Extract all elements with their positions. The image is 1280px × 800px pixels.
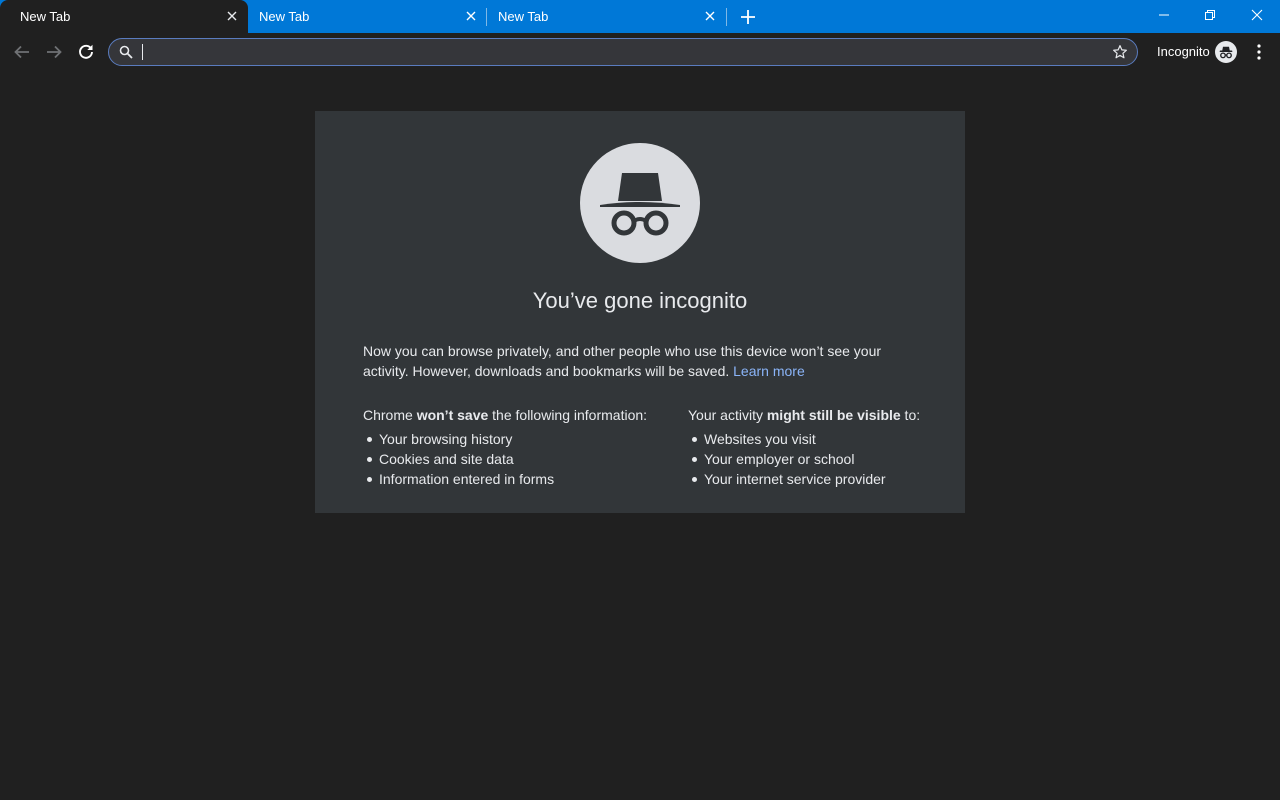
tab-new-tab-3[interactable]: New Tab [487, 0, 725, 33]
arrow-back-icon [14, 45, 29, 59]
still-visible-list: Websites you visit Your employer or scho… [688, 429, 948, 489]
title-part: Your activity [688, 407, 767, 423]
toolbar: Incognito [0, 33, 1280, 71]
tab-title: New Tab [498, 9, 549, 24]
page-title: You’ve gone incognito [532, 288, 748, 313]
list-item: Your browsing history [367, 429, 683, 449]
arrow-forward-icon [47, 45, 62, 59]
still-visible-title: Your activity might still be visible to: [688, 405, 948, 425]
incognito-icon [1219, 46, 1233, 59]
tab-strip: New Tab New Tab New Tab [0, 0, 1280, 33]
tab-title: New Tab [259, 9, 310, 24]
forward-button[interactable] [42, 40, 66, 64]
restore-button[interactable] [1187, 0, 1233, 30]
close-icon[interactable] [702, 8, 718, 24]
restore-icon [1205, 10, 1215, 20]
intro-text: Now you can browse privately, and other … [363, 341, 923, 381]
wont-save-column: Chrome won’t save the following informat… [363, 405, 683, 489]
tab-title: New Tab [20, 9, 71, 24]
tab-separator [726, 8, 727, 26]
title-part: Chrome [363, 407, 417, 423]
learn-more-link[interactable]: Learn more [733, 363, 805, 379]
still-visible-column: Your activity might still be visible to:… [688, 405, 948, 489]
menu-button[interactable] [1250, 41, 1268, 63]
title-part: to: [900, 407, 921, 423]
minimize-button[interactable] [1141, 0, 1187, 30]
address-input[interactable] [141, 41, 1081, 63]
list-item: Your employer or school [692, 449, 948, 469]
tab-new-tab-1[interactable]: New Tab [0, 0, 248, 33]
incognito-icon [580, 143, 700, 263]
list-item: Information entered in forms [367, 469, 683, 489]
wont-save-title: Chrome won’t save the following informat… [363, 405, 683, 425]
omnibox[interactable] [108, 38, 1138, 66]
tab-new-tab-2[interactable]: New Tab [248, 0, 486, 33]
title-emphasis: won’t save [416, 407, 489, 423]
search-icon [119, 45, 133, 64]
back-button[interactable] [10, 40, 34, 64]
text-caret [142, 44, 143, 60]
list-item: Websites you visit [692, 429, 948, 449]
close-icon[interactable] [463, 8, 479, 24]
close-icon [1251, 9, 1263, 21]
kebab-menu-icon [1257, 44, 1261, 60]
reload-button[interactable] [74, 40, 98, 64]
list-item: Cookies and site data [367, 449, 683, 469]
star-icon[interactable] [1112, 44, 1128, 65]
title-part: the following information: [488, 407, 648, 423]
wont-save-list: Your browsing history Cookies and site d… [363, 429, 683, 489]
minimize-icon [1159, 14, 1169, 16]
list-item: Your internet service provider [692, 469, 948, 489]
new-tab-button[interactable] [738, 7, 758, 27]
reload-icon [79, 44, 93, 59]
profile-button[interactable] [1215, 41, 1237, 63]
close-icon[interactable] [224, 8, 240, 24]
profile-label[interactable]: Incognito [1157, 44, 1210, 59]
window-close-button[interactable] [1234, 0, 1280, 30]
plus-icon [741, 10, 755, 24]
incognito-card: You’ve gone incognito Now you can browse… [315, 111, 965, 513]
title-emphasis: might still be visible [766, 407, 901, 423]
